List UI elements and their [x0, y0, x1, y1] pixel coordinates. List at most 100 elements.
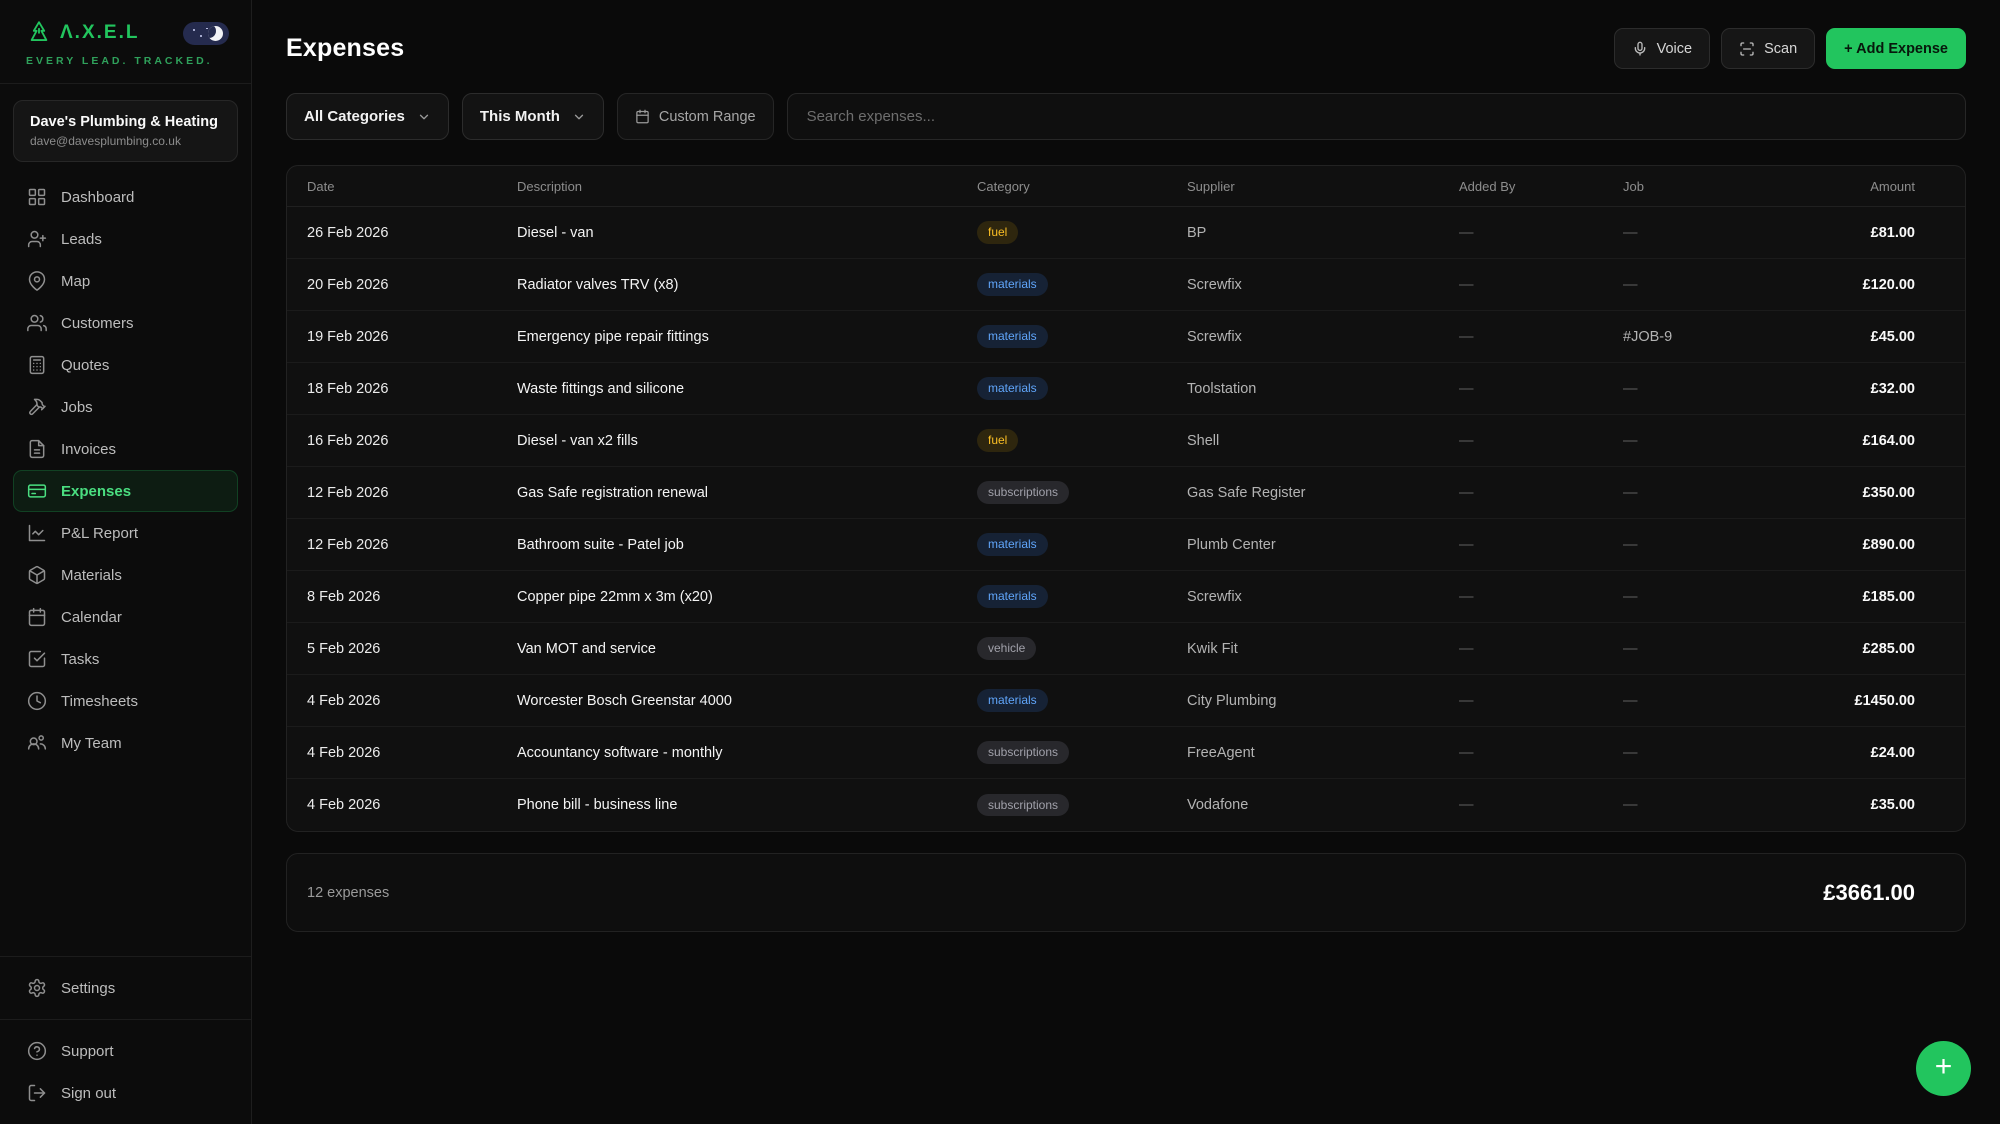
column-header-amount: Amount	[1761, 179, 1915, 194]
table-row[interactable]: 4 Feb 2026Accountancy software - monthly…	[287, 727, 1965, 779]
user-card[interactable]: Dave's Plumbing & Heating dave@davesplum…	[13, 100, 238, 162]
summary-bar: 12 expenses £3661.00	[286, 853, 1966, 932]
expense-category-cell: materials	[977, 585, 1187, 607]
category-badge: materials	[977, 533, 1048, 555]
category-badge: materials	[977, 273, 1048, 295]
sidebar-item-p-l-report[interactable]: P&L Report	[13, 512, 238, 554]
sidebar-item-tasks[interactable]: Tasks	[13, 638, 238, 680]
custom-range-button[interactable]: Custom Range	[617, 93, 774, 140]
table-row[interactable]: 26 Feb 2026Diesel - vanfuelBP——£81.00	[287, 207, 1965, 259]
clock-icon	[27, 691, 47, 711]
expense-supplier: Screwfix	[1187, 589, 1459, 605]
search-input[interactable]	[787, 93, 1966, 140]
column-header-description: Description	[517, 179, 977, 194]
category-badge: subscriptions	[977, 481, 1069, 503]
expense-amount: £81.00	[1761, 225, 1915, 241]
table-row[interactable]: 8 Feb 2026Copper pipe 22mm x 3m (x20)mat…	[287, 571, 1965, 623]
expense-added-by: —	[1459, 433, 1623, 449]
table-body: 26 Feb 2026Diesel - vanfuelBP——£81.0020 …	[287, 207, 1965, 831]
period-filter-dropdown[interactable]: This Month	[462, 93, 604, 140]
expense-category-cell: subscriptions	[977, 481, 1187, 503]
sidebar-item-quotes[interactable]: Quotes	[13, 344, 238, 386]
expense-description: Phone bill - business line	[517, 797, 977, 813]
expense-date: 20 Feb 2026	[307, 277, 517, 293]
expense-job: —	[1623, 745, 1761, 761]
category-filter-dropdown[interactable]: All Categories	[286, 93, 449, 140]
table-row[interactable]: 16 Feb 2026Diesel - van x2 fillsfuelShel…	[287, 415, 1965, 467]
sidebar-item-label: Jobs	[61, 399, 93, 416]
expense-added-by: —	[1459, 797, 1623, 813]
expense-category-cell: vehicle	[977, 637, 1187, 659]
column-header-date: Date	[307, 179, 517, 194]
sidebar-item-expenses[interactable]: Expenses	[13, 470, 238, 512]
expense-amount: £164.00	[1761, 433, 1915, 449]
sidebar-item-support[interactable]: Support	[13, 1030, 238, 1072]
app-root: Λ.X.E.L EVERY LEAD. TRACKED. Dave's Plum…	[0, 0, 2000, 1124]
expense-amount: £185.00	[1761, 589, 1915, 605]
table-row[interactable]: 19 Feb 2026Emergency pipe repair fitting…	[287, 311, 1965, 363]
expense-supplier: Toolstation	[1187, 381, 1459, 397]
fab-add-button[interactable]: +	[1916, 1041, 1971, 1096]
sidebar-item-label: Support	[61, 1043, 114, 1060]
sidebar-item-settings[interactable]: Settings	[13, 967, 238, 1009]
expense-amount: £890.00	[1761, 537, 1915, 553]
expense-total: £3661.00	[1823, 880, 1915, 906]
expense-supplier: Screwfix	[1187, 277, 1459, 293]
chart-line-icon	[27, 523, 47, 543]
scan-button[interactable]: Scan	[1721, 28, 1815, 69]
sidebar-item-jobs[interactable]: Jobs	[13, 386, 238, 428]
expense-job: —	[1623, 433, 1761, 449]
table-row[interactable]: 4 Feb 2026Phone bill - business linesubs…	[287, 779, 1965, 831]
expense-added-by: —	[1459, 381, 1623, 397]
expense-description: Van MOT and service	[517, 641, 977, 657]
grid-icon	[27, 187, 47, 207]
chevron-down-icon	[572, 110, 586, 124]
page-title: Expenses	[286, 34, 404, 63]
expense-supplier: Gas Safe Register	[1187, 485, 1459, 501]
sidebar-item-calendar[interactable]: Calendar	[13, 596, 238, 638]
sidebar: Λ.X.E.L EVERY LEAD. TRACKED. Dave's Plum…	[0, 0, 252, 1124]
expense-date: 4 Feb 2026	[307, 797, 517, 813]
sidebar-item-materials[interactable]: Materials	[13, 554, 238, 596]
expense-date: 18 Feb 2026	[307, 381, 517, 397]
calculator-icon	[27, 355, 47, 375]
expense-job: —	[1623, 381, 1761, 397]
table-row[interactable]: 12 Feb 2026Gas Safe registration renewal…	[287, 467, 1965, 519]
sidebar-item-sign-out[interactable]: Sign out	[13, 1072, 238, 1114]
sidebar-item-my-team[interactable]: My Team	[13, 722, 238, 764]
scan-frame-icon	[1739, 41, 1755, 57]
expense-job: —	[1623, 277, 1761, 293]
expense-supplier: Screwfix	[1187, 329, 1459, 345]
expense-date: 4 Feb 2026	[307, 693, 517, 709]
user-plus-icon	[27, 229, 47, 249]
category-badge: materials	[977, 377, 1048, 399]
sidebar-item-leads[interactable]: Leads	[13, 218, 238, 260]
table-row[interactable]: 4 Feb 2026Worcester Bosch Greenstar 4000…	[287, 675, 1965, 727]
add-expense-button[interactable]: + Add Expense	[1826, 28, 1966, 69]
expense-category-cell: subscriptions	[977, 794, 1187, 816]
team-icon	[27, 733, 47, 753]
chevron-down-icon	[417, 110, 431, 124]
table-row[interactable]: 12 Feb 2026Bathroom suite - Patel jobmat…	[287, 519, 1965, 571]
sidebar-item-map[interactable]: Map	[13, 260, 238, 302]
expense-date: 19 Feb 2026	[307, 329, 517, 345]
expense-added-by: —	[1459, 277, 1623, 293]
table-row[interactable]: 20 Feb 2026Radiator valves TRV (x8)mater…	[287, 259, 1965, 311]
help-circle-icon	[27, 1041, 47, 1061]
sidebar-item-dashboard[interactable]: Dashboard	[13, 176, 238, 218]
sidebar-item-timesheets[interactable]: Timesheets	[13, 680, 238, 722]
sidebar-item-label: My Team	[61, 735, 122, 752]
table-row[interactable]: 18 Feb 2026Waste fittings and siliconema…	[287, 363, 1965, 415]
sidebar-item-invoices[interactable]: Invoices	[13, 428, 238, 470]
table-row[interactable]: 5 Feb 2026Van MOT and servicevehicleKwik…	[287, 623, 1965, 675]
expense-job: —	[1623, 225, 1761, 241]
voice-button[interactable]: Voice	[1614, 28, 1710, 69]
moon-icon	[208, 26, 223, 41]
sidebar-item-label: Invoices	[61, 441, 116, 458]
expense-date: 4 Feb 2026	[307, 745, 517, 761]
expense-added-by: —	[1459, 537, 1623, 553]
filters-bar: All Categories This Month Custom Range	[286, 93, 1966, 140]
main-content: Expenses Voice Scan	[252, 0, 2000, 1124]
sidebar-item-customers[interactable]: Customers	[13, 302, 238, 344]
theme-toggle[interactable]	[183, 22, 229, 45]
